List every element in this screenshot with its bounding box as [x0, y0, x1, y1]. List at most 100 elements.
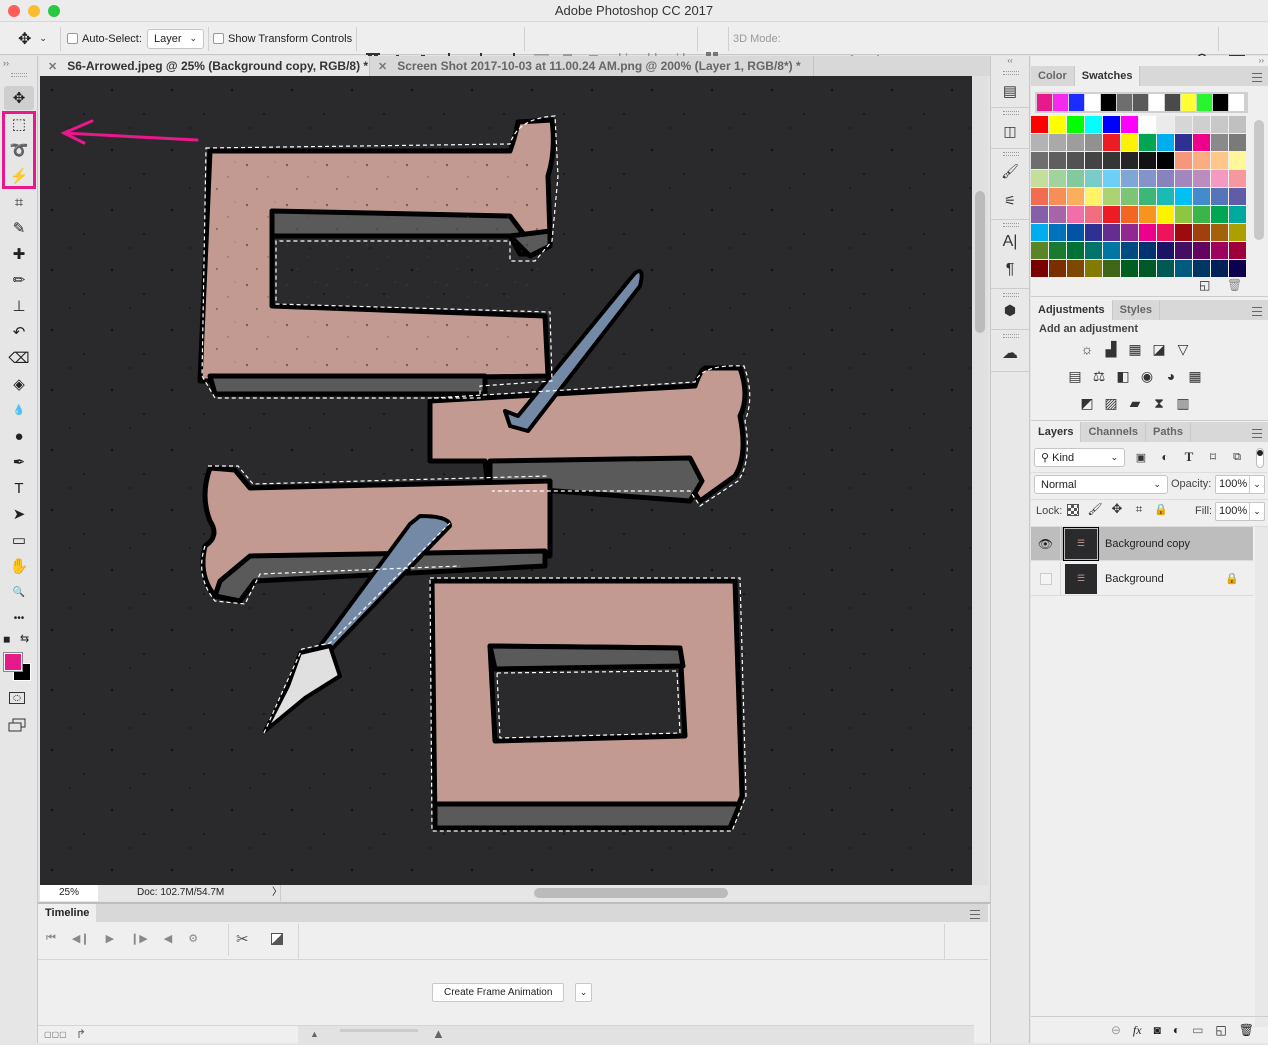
link-layers-icon[interactable]: ⊖	[1111, 1023, 1121, 1037]
swatch[interactable]	[1175, 260, 1192, 277]
minimize-window-button[interactable]	[28, 5, 40, 17]
new-adjustment-layer-icon[interactable]: ◐	[1173, 1023, 1180, 1037]
swatch[interactable]	[1085, 170, 1102, 187]
timeline-tab[interactable]: Timeline	[38, 904, 97, 922]
healing-brush-tool[interactable]: ✚	[4, 242, 34, 266]
channel-mixer-icon[interactable]: ◕	[1163, 369, 1179, 383]
tab-styles[interactable]: Styles	[1113, 300, 1161, 320]
layer-lock-icon[interactable]: 🔒	[1225, 572, 1239, 585]
swatch[interactable]	[1121, 224, 1138, 241]
rectangle-tool[interactable]: ▭	[4, 528, 34, 552]
swatch[interactable]	[1085, 242, 1102, 259]
visibility-eye-icon[interactable]: 👁	[1031, 526, 1061, 561]
paragraph-icon[interactable]: ¶	[999, 259, 1021, 281]
settings-gear-icon[interactable]: ⚙	[188, 932, 198, 945]
swatch[interactable]	[1085, 260, 1102, 277]
swatch[interactable]	[1193, 188, 1210, 205]
vertical-scroll-thumb[interactable]	[975, 191, 985, 333]
swatch[interactable]	[1139, 224, 1156, 241]
animation-type-dropdown[interactable]: ⌄	[575, 983, 592, 1002]
tab-color[interactable]: Color	[1031, 66, 1075, 86]
threshold-icon[interactable]: ▰	[1127, 396, 1143, 410]
filter-shape-icon[interactable]: ⌑	[1206, 450, 1220, 464]
recent-swatch[interactable]	[1181, 94, 1196, 111]
eyedropper-tool[interactable]: ✎	[4, 216, 34, 240]
layer-row[interactable]: ☰ Background 🔒	[1031, 561, 1253, 596]
auto-select-target-dropdown[interactable]: Layer ⌄	[147, 28, 204, 49]
brush-settings-icon[interactable]: ⚟	[999, 190, 1021, 212]
recent-swatch[interactable]	[1117, 94, 1132, 111]
panel-menu-icon[interactable]	[970, 908, 980, 920]
posterize-icon[interactable]: ▨	[1103, 396, 1119, 410]
foreground-color-swatch[interactable]	[3, 652, 23, 672]
swatch[interactable]	[1193, 134, 1210, 151]
swatch[interactable]	[1175, 206, 1192, 223]
swatch[interactable]	[1211, 224, 1228, 241]
next-frame-icon[interactable]: ❙▶	[130, 932, 148, 945]
swatch[interactable]	[1049, 134, 1066, 151]
lock-all-icon[interactable]: 🔒	[1154, 502, 1168, 516]
swatch[interactable]	[1067, 152, 1084, 169]
transition-icon[interactable]	[271, 933, 283, 945]
swatch[interactable]	[1049, 242, 1066, 259]
swatch[interactable]	[1193, 260, 1210, 277]
layer-filter-kind-dropdown[interactable]: ⚲ Kind ⌄	[1034, 448, 1125, 467]
brightness-contrast-icon[interactable]: ☼	[1079, 342, 1095, 356]
swatch[interactable]	[1085, 188, 1102, 205]
swatch[interactable]	[1157, 224, 1174, 241]
create-frame-animation-button[interactable]: Create Frame Animation	[432, 983, 565, 1002]
recent-swatch[interactable]	[1149, 94, 1164, 111]
show-transform-controls-checkbox[interactable]: Show Transform Controls	[213, 22, 352, 55]
swap-colors-icon[interactable]: ⇆	[20, 632, 29, 645]
swatch[interactable]	[1229, 116, 1246, 133]
previous-frame-icon[interactable]: ◀❙	[72, 932, 90, 945]
swatch[interactable]	[1085, 134, 1102, 151]
recent-swatch[interactable]	[1197, 94, 1212, 111]
recent-swatch[interactable]	[1069, 94, 1084, 111]
paint-bucket-tool[interactable]: ◈	[4, 372, 34, 396]
swatch[interactable]	[1229, 170, 1246, 187]
vertical-scrollbar[interactable]	[972, 76, 988, 885]
swatch[interactable]	[1031, 242, 1048, 259]
lock-image-pixels-icon[interactable]: 🖌	[1087, 502, 1102, 516]
swatch[interactable]	[1139, 206, 1156, 223]
blend-mode-dropdown[interactable]: Normal ⌄	[1034, 475, 1168, 494]
swatch[interactable]	[1121, 242, 1138, 259]
expand-panels-icon[interactable]: ››	[1259, 56, 1264, 65]
swatch[interactable]	[1067, 134, 1084, 151]
swatch[interactable]	[1103, 242, 1120, 259]
close-tab-icon[interactable]: ✕	[48, 60, 57, 73]
lock-position-icon[interactable]: ✥	[1110, 501, 1124, 516]
swatch[interactable]	[1049, 224, 1066, 241]
swatch[interactable]	[1193, 116, 1210, 133]
swatch[interactable]	[1139, 170, 1156, 187]
move-tool-preset[interactable]: ✥ ⌄	[18, 22, 47, 55]
swatch[interactable]	[1031, 206, 1048, 223]
swatch[interactable]	[1139, 116, 1156, 133]
recent-swatch[interactable]	[1053, 94, 1068, 111]
swatch[interactable]	[1031, 170, 1048, 187]
swatch[interactable]	[1193, 170, 1210, 187]
type-tool[interactable]: T	[4, 476, 34, 500]
close-window-button[interactable]	[8, 5, 20, 17]
document-tab[interactable]: ✕ Screen Shot 2017-10-03 at 11.00.24 AM.p…	[370, 56, 814, 76]
swatches-scrollbar[interactable]	[1254, 120, 1264, 240]
swatch[interactable]	[1121, 134, 1138, 151]
swatch[interactable]	[1193, 152, 1210, 169]
swatch[interactable]	[1103, 224, 1120, 241]
tab-adjustments[interactable]: Adjustments	[1031, 300, 1113, 320]
selective-color-icon[interactable]: ⧗	[1151, 396, 1167, 410]
swatch[interactable]	[1175, 188, 1192, 205]
swatch[interactable]	[1175, 224, 1192, 241]
hand-tool[interactable]: ✋	[4, 554, 34, 578]
tab-paths[interactable]: Paths	[1146, 422, 1191, 442]
swatch[interactable]	[1031, 260, 1048, 277]
recent-swatch[interactable]	[1085, 94, 1100, 111]
swatch[interactable]	[1229, 152, 1246, 169]
swatch[interactable]	[1211, 206, 1228, 223]
swatch[interactable]	[1211, 188, 1228, 205]
eraser-tool[interactable]: ⌫	[4, 346, 34, 370]
swatch[interactable]	[1229, 242, 1246, 259]
swatch[interactable]	[1103, 260, 1120, 277]
collapse-dock-icon[interactable]: ‹‹	[991, 56, 1029, 66]
